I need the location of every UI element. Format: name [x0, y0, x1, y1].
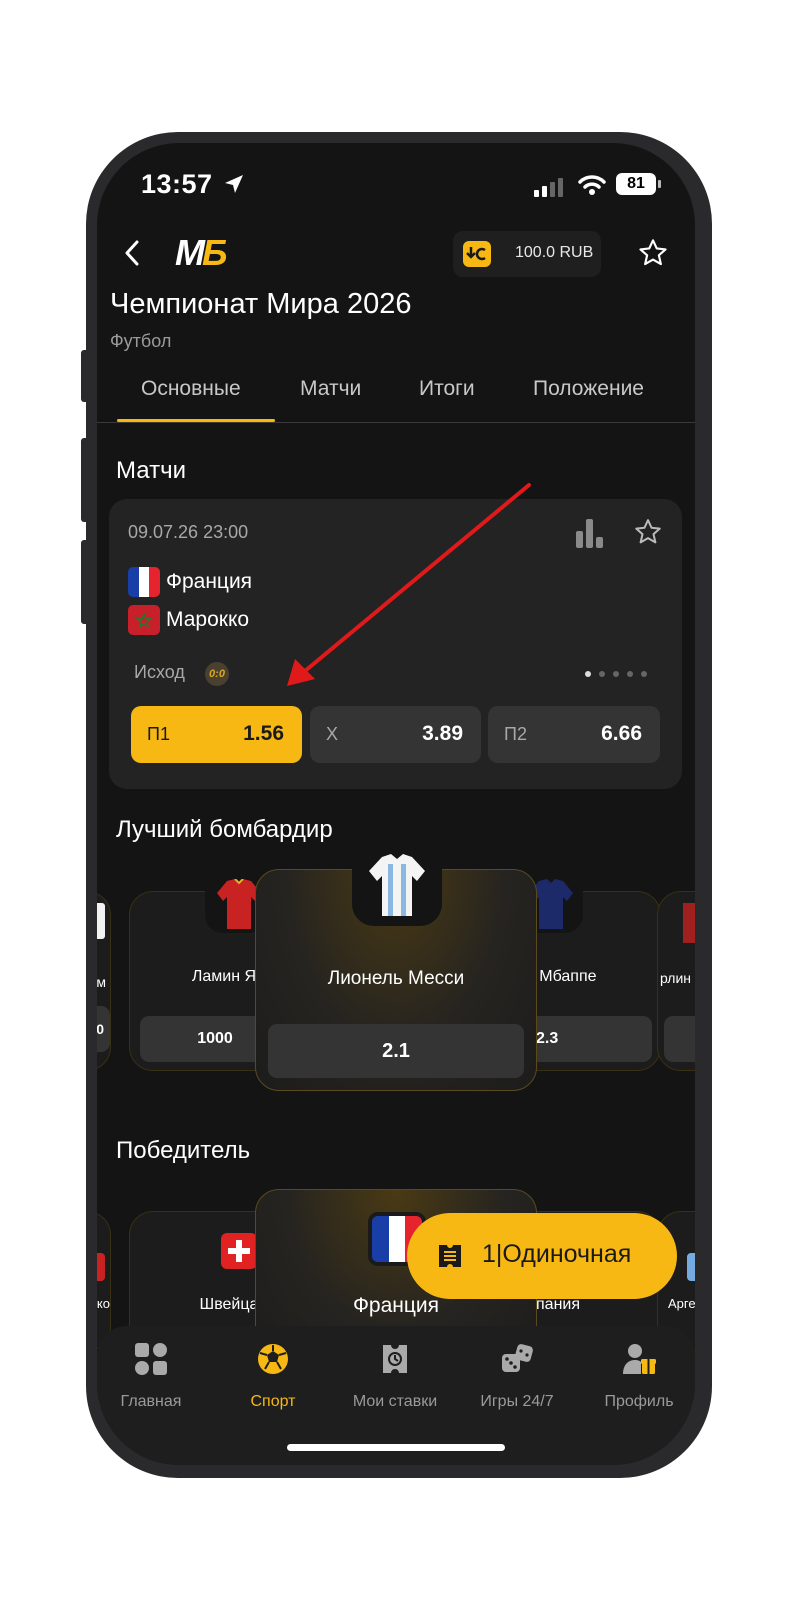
jersey-icon	[369, 854, 425, 916]
nav-label: Игры 24/7	[480, 1393, 554, 1410]
nav-label: Мои ставки	[352, 1393, 438, 1410]
annotation-arrow	[287, 483, 531, 686]
scorer-name: Лионель Месси	[327, 968, 465, 989]
scorer-odd[interactable]: 2.1	[268, 1024, 524, 1078]
nav-my-bets[interactable]: Мои ставки	[335, 1342, 455, 1411]
ticket-icon	[383, 1345, 407, 1373]
nav-sport[interactable]: Спорт	[213, 1342, 333, 1411]
volume-up-button	[81, 438, 89, 522]
nav-games[interactable]: Игры 24/7	[457, 1342, 577, 1411]
nav-label: Главная	[120, 1393, 182, 1410]
winner-name: Арге	[668, 1296, 695, 1311]
nav-label: Профиль	[604, 1393, 674, 1410]
winner-name: кко	[97, 1296, 110, 1311]
flag-icon	[97, 1253, 105, 1281]
dice-icon	[502, 1344, 533, 1372]
jersey-icon	[683, 903, 695, 943]
nav-home[interactable]: Главная	[97, 1342, 211, 1411]
ticket-icon	[439, 1245, 461, 1267]
mute-switch	[81, 350, 89, 402]
argentina-flag-icon	[687, 1253, 695, 1281]
winner-card-far-left[interactable]: кко	[97, 1211, 111, 1351]
scorer-card-center[interactable]: Лионель Месси 2.1	[255, 854, 537, 1091]
scorer-name: нзам	[97, 974, 106, 990]
volume-down-button	[81, 540, 89, 624]
scorer-name: рлин	[660, 970, 692, 986]
top-scorer-section-title: Лучший бомбардир	[116, 816, 333, 843]
profile-gift-icon	[623, 1344, 656, 1374]
home-indicator[interactable]	[287, 1444, 505, 1451]
app-screen: 13:57 81 МБ 100.0 RUB Чемпионат Мира 202…	[97, 143, 695, 1465]
power-button	[704, 503, 712, 659]
nav-label: Спорт	[250, 1393, 296, 1410]
betslip-label: 1|Одиночная	[482, 1240, 632, 1268]
jersey-icon	[97, 903, 105, 939]
scorer-odd: 0	[97, 1006, 110, 1052]
scorer-odd	[664, 1016, 695, 1062]
grid-icon	[135, 1343, 167, 1375]
nav-profile[interactable]: Профиль	[579, 1342, 695, 1411]
betslip-button[interactable]: 1|Одиночная	[407, 1213, 677, 1299]
football-icon	[258, 1344, 288, 1374]
switzerland-flag-icon	[221, 1233, 257, 1269]
winner-section-title: Победитель	[116, 1137, 251, 1164]
